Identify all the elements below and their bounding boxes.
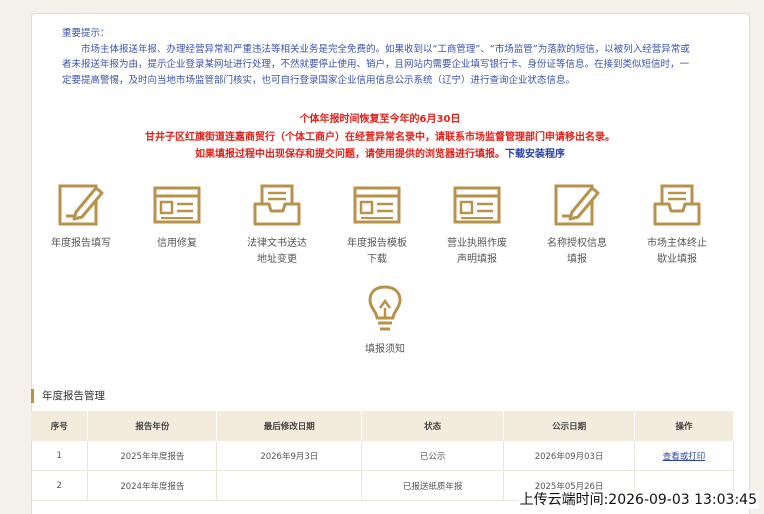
window-form-icon <box>353 186 401 224</box>
lightbulb-icon <box>368 285 402 331</box>
cell-last-modified: 2026年9月3日 <box>216 441 363 471</box>
view-or-print-link[interactable]: 查看或打印 <box>634 441 734 471</box>
alert-browser-text: 如果填报过程中出现保存和提交问题，请使用提供的浏览器进行填报。 <box>195 149 505 160</box>
section-title-annual-report-management: 年度报告管理 <box>31 389 105 403</box>
tile-filing-instructions[interactable]: 填报须知 <box>335 284 435 358</box>
alert-deadline: 个体年报时间恢复至今年的6月30日 <box>299 114 461 125</box>
tile-label: 营业执照作废 声明填报 <box>447 238 507 265</box>
tile-label: 信用修复 <box>157 238 197 249</box>
col-header-last-modified: 最后修改日期 <box>216 411 363 441</box>
tile-legal-address-change[interactable]: 法律文书送达 地址变更 <box>227 182 327 268</box>
table-header-row: 序号 报告年份 最后修改日期 状态 公示日期 操作 <box>31 411 734 441</box>
tile-label: 法律文书送达 地址变更 <box>247 238 307 265</box>
cell-status: 已公示 <box>361 441 505 471</box>
annual-report-table: 序号 报告年份 最后修改日期 状态 公示日期 操作 1 2025年年度报告 20… <box>31 411 734 501</box>
alert-browser: 如果填报过程中出现保存和提交问题，请使用提供的浏览器进行填报。下载安装程序 <box>60 145 700 160</box>
tile-license-void[interactable]: 营业执照作废 声明填报 <box>427 182 527 268</box>
col-header-index: 序号 <box>31 411 89 441</box>
col-header-publish-date: 公示日期 <box>503 411 636 441</box>
tile-business-termination[interactable]: 市场主体终止 歇业填报 <box>627 182 727 268</box>
tile-template-download[interactable]: 年度报告模板 下载 <box>327 182 427 268</box>
inbox-tray-icon <box>253 184 301 226</box>
form-pen-icon <box>58 184 104 226</box>
inbox-tray-icon <box>653 184 701 226</box>
important-notice: 重要提示： 市场主体报送年报、办理经营异常和严重违法等相关业务是完全免费的。如果… <box>62 26 692 88</box>
cell-index: 1 <box>31 441 89 471</box>
col-header-action: 操作 <box>634 411 734 441</box>
table-row: 1 2025年年度报告 2026年9月3日 已公示 2026年09月03日 查看… <box>31 441 734 471</box>
tile-label: 名称授权信息 填报 <box>547 238 607 265</box>
notice-body: 市场主体报送年报、办理经营异常和严重违法等相关业务是完全免费的。如果收到以“工商… <box>62 43 690 86</box>
tile-name-authorization[interactable]: 名称授权信息 填报 <box>527 182 627 268</box>
col-header-report-year: 报告年份 <box>87 411 218 441</box>
cell-report-year: 2024年年度报告 <box>87 470 218 501</box>
window-form-icon <box>453 186 501 224</box>
cell-status: 已报送纸质年报 <box>361 470 505 501</box>
tile-label: 年度报告填写 <box>51 238 111 249</box>
cell-last-modified <box>216 470 363 501</box>
window-form-icon <box>153 186 201 224</box>
alert-abnormal-list: 甘井子区红旗街道连嘉商贸行（个体工商户）在经营异常名录中，请联系市场监督管理部门… <box>145 132 615 143</box>
cell-index: 2 <box>31 470 89 501</box>
notice-title: 重要提示： <box>62 28 110 39</box>
cell-report-year: 2025年年度报告 <box>87 441 218 471</box>
col-header-status: 状态 <box>361 411 505 441</box>
download-installer-link[interactable]: 下载安装程序 <box>505 149 565 160</box>
form-pen-icon <box>554 184 600 226</box>
cell-publish-date: 2026年09月03日 <box>503 441 636 471</box>
tile-annual-report-fill[interactable]: 年度报告填写 <box>31 182 131 252</box>
upload-timestamp: 上传云端时间:2026-09-03 13:03:45 <box>517 491 759 509</box>
tile-credit-repair[interactable]: 信用修复 <box>127 182 227 252</box>
tile-label: 市场主体终止 歇业填报 <box>647 238 707 265</box>
tile-label: 填报须知 <box>365 344 405 355</box>
tile-label: 年度报告模板 下载 <box>347 238 407 265</box>
